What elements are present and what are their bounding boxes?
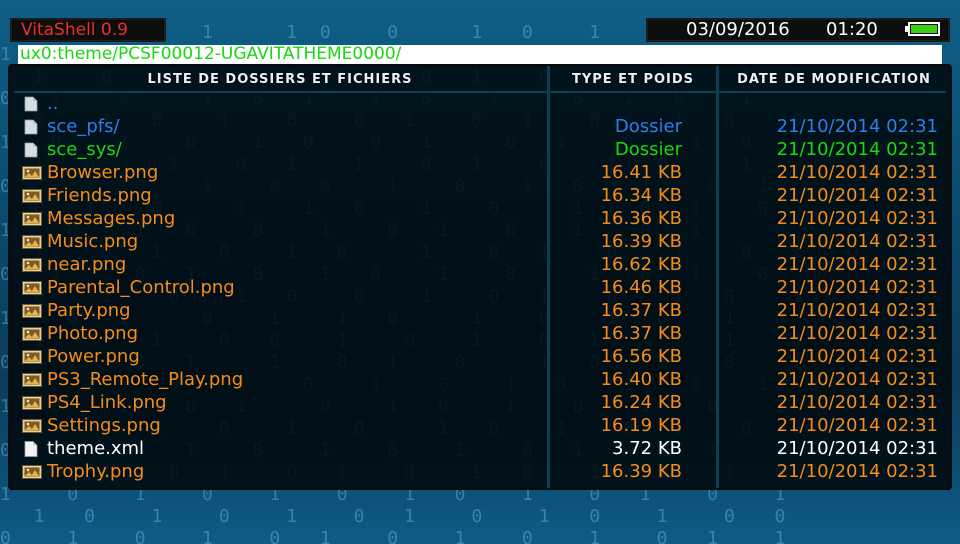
- file-type-size: 16.19 KB: [600, 415, 682, 436]
- file-date: 21/10/2014 02:31: [776, 277, 938, 298]
- image-file-icon: [22, 348, 42, 364]
- file-row[interactable]: Browser.png 16.41 KB 21/10/2014 02:31: [10, 161, 950, 184]
- file-row[interactable]: sce_sys/Dossier 21/10/2014 02:31: [10, 138, 950, 161]
- status-date: 03/09/2016: [686, 19, 790, 40]
- app-title-box: VitaShell 0.9: [10, 18, 166, 42]
- file-row[interactable]: Music.png 16.39 KB 21/10/2014 02:31: [10, 230, 950, 253]
- file-type-size: 16.39 KB: [600, 461, 682, 482]
- image-file-icon: [22, 279, 42, 295]
- folder-icon: [22, 95, 40, 112]
- file-name: Messages.png: [47, 208, 176, 229]
- file-name: Power.png: [47, 346, 140, 367]
- image-file-icon: [22, 164, 42, 180]
- file-row[interactable]: Messages.png 16.36 KB 21/10/2014 02:31: [10, 207, 950, 230]
- folder-icon: [22, 118, 40, 135]
- file-name: Party.png: [47, 300, 131, 321]
- file-type-size: 16.39 KB: [600, 231, 682, 252]
- file-name: Photo.png: [47, 323, 139, 344]
- file-type-size: 16.56 KB: [600, 346, 682, 367]
- file-row[interactable]: Photo.png 16.37 KB 21/10/2014 02:31: [10, 322, 950, 345]
- battery-icon: [905, 22, 940, 36]
- file-name: Settings.png: [47, 415, 161, 436]
- status-bar: 03/09/2016 01:20: [646, 18, 950, 42]
- image-file-icon: [22, 463, 42, 479]
- file-row[interactable]: Parental_Control.png 16.46 KB 21/10/2014 0…: [10, 276, 950, 299]
- file-name: sce_pfs/: [47, 116, 120, 137]
- image-file-icon: [22, 256, 42, 272]
- file-row[interactable]: Settings.png 16.19 KB 21/10/2014 02:31: [10, 414, 950, 437]
- image-file-icon: [22, 371, 42, 387]
- file-date: 21/10/2014 02:31: [776, 369, 938, 390]
- file-type-size: 16.37 KB: [600, 300, 682, 321]
- file-name: Friends.png: [47, 185, 152, 206]
- file-row[interactable]: Party.png 16.37 KB 21/10/2014 02:31: [10, 299, 950, 322]
- file-type-size: 16.37 KB: [600, 323, 682, 344]
- column-header-name: LISTE DE DOSSIERS ET FICHIERS: [147, 72, 413, 87]
- file-name: PS4_Link.png: [47, 392, 167, 413]
- file-date: 21/10/2014 02:31: [776, 254, 938, 275]
- file-type-size: 16.41 KB: [600, 162, 682, 183]
- status-time: 01:20: [826, 19, 878, 40]
- file-date: 21/10/2014 02:31: [776, 461, 938, 482]
- file-name: Parental_Control.png: [47, 277, 235, 298]
- file-type-size: 16.46 KB: [600, 277, 682, 298]
- file-name: PS3_Remote_Play.png: [47, 369, 244, 390]
- file-date: 21/10/2014 02:31: [776, 185, 938, 206]
- file-date: 21/10/2014 02:31: [776, 392, 938, 413]
- file-name: near.png: [47, 254, 127, 275]
- image-file-icon: [22, 233, 42, 249]
- file-date: 21/10/2014 02:31: [776, 139, 938, 160]
- text-file-icon: [22, 440, 40, 457]
- image-file-icon: [22, 302, 42, 318]
- image-file-icon: [22, 394, 42, 410]
- file-name: theme.xml: [47, 438, 145, 459]
- app-title: VitaShell 0.9: [21, 20, 128, 40]
- file-row[interactable]: theme.xml 3.72 KB 21/10/2014 02:31: [10, 437, 950, 460]
- file-type-size: Dossier: [614, 139, 682, 160]
- image-file-icon: [22, 187, 42, 203]
- file-name: sce_sys/: [47, 139, 122, 160]
- folder-icon: [22, 141, 40, 158]
- file-row[interactable]: Trophy.png 16.39 KB 21/10/2014 02:31: [10, 460, 950, 483]
- file-type-size: Dossier: [614, 116, 682, 137]
- file-row[interactable]: sce_pfs/Dossier 21/10/2014 02:31: [10, 115, 950, 138]
- battery-level-fill: [911, 25, 937, 33]
- file-date: 21/10/2014 02:31: [776, 415, 938, 436]
- file-date: 21/10/2014 02:31: [776, 231, 938, 252]
- file-row[interactable]: Power.png 16.56 KB 21/10/2014 02:31: [10, 345, 950, 368]
- image-file-icon: [22, 325, 42, 341]
- column-header-date: DATE DE MODIFICATION: [737, 72, 931, 87]
- file-date: 21/10/2014 02:31: [776, 300, 938, 321]
- column-header-type-size: TYPE ET POIDS: [571, 72, 695, 87]
- file-type-size: 16.40 KB: [600, 369, 682, 390]
- file-name: ..: [47, 93, 59, 114]
- file-row[interactable]: PS3_Remote_Play.png 16.40 KB 21/10/2014 02…: [10, 368, 950, 391]
- image-file-icon: [22, 417, 42, 433]
- file-row[interactable]: ..: [10, 92, 950, 115]
- file-date: 21/10/2014 02:31: [776, 323, 938, 344]
- file-type-size: 16.34 KB: [600, 185, 682, 206]
- file-browser-panel: LISTE DE DOSSIERS ET FICHIERS TYPE ET PO…: [8, 64, 952, 490]
- file-date: 21/10/2014 02:31: [776, 116, 938, 137]
- file-name: Browser.png: [47, 162, 159, 183]
- file-date: 21/10/2014 02:31: [776, 208, 938, 229]
- file-date: 21/10/2014 02:31: [776, 162, 938, 183]
- file-row[interactable]: Friends.png 16.34 KB 21/10/2014 02:31: [10, 184, 950, 207]
- file-name: Trophy.png: [47, 461, 145, 482]
- file-type-size: 16.24 KB: [600, 392, 682, 413]
- file-row[interactable]: near.png 16.62 KB 21/10/2014 02:31: [10, 253, 950, 276]
- file-date: 21/10/2014 02:31: [776, 346, 938, 367]
- file-row[interactable]: PS4_Link.png 16.24 KB 21/10/2014 02:31: [10, 391, 950, 414]
- file-type-size: 16.36 KB: [600, 208, 682, 229]
- file-type-size: 3.72 KB: [612, 438, 682, 459]
- current-path: ux0:theme/PCSF00012-UGAVITATHEME0000/: [18, 45, 942, 64]
- file-date: 21/10/2014 02:31: [776, 438, 938, 459]
- file-name: Music.png: [47, 231, 139, 252]
- image-file-icon: [22, 210, 42, 226]
- file-type-size: 16.62 KB: [600, 254, 682, 275]
